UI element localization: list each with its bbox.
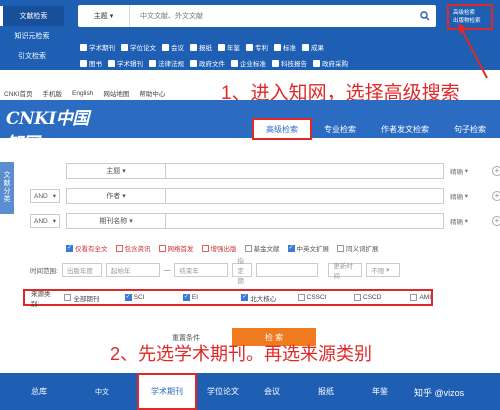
database-row-2: 图书 学术辑刊 法律法规 政府文件 企业标准 科技报告 政府采购 — [80, 58, 348, 68]
db-collection[interactable]: 学术辑刊 — [108, 58, 143, 68]
opt-fulltext[interactable]: 仅看有全文 — [66, 243, 108, 253]
condition-input[interactable] — [166, 188, 444, 204]
update-time-label: 更新时间 — [328, 263, 363, 280]
match-select[interactable]: 精确 ▾ — [444, 163, 490, 179]
opt-bilingual[interactable]: 中英文扩展 — [287, 243, 329, 253]
nav-help[interactable]: 帮助中心 — [139, 88, 165, 98]
src-all[interactable]: 全部期刊 — [64, 293, 117, 303]
cnki-logo: CNKI中国知网 www.cnki.net — [6, 109, 89, 158]
time-range-label: 时间范围: — [30, 268, 58, 275]
btab-all[interactable]: 总库 — [14, 373, 64, 410]
btab-journal[interactable]: 学术期刊 — [137, 373, 197, 410]
db-government[interactable]: 政府文件 — [190, 58, 225, 68]
tab-author-search[interactable]: 作者发文检索 — [368, 118, 442, 140]
database-row-1: 学术期刊 学位论文 会议 报纸 年鉴 专利 标准 成果 — [80, 42, 324, 52]
subject-dropdown-label: 主题 — [93, 13, 108, 20]
field-select[interactable]: 主题 ▾ — [66, 163, 166, 179]
tab-literature-search[interactable]: 文献检索 — [0, 6, 64, 26]
db-book[interactable]: 图书 — [80, 58, 102, 68]
literature-category-tab[interactable]: 文献分类 — [0, 162, 14, 214]
db-law[interactable]: 法律法规 — [149, 58, 184, 68]
src-ei[interactable]: EI — [182, 293, 234, 301]
search-input[interactable] — [130, 5, 414, 27]
db-standard[interactable]: 标准 — [274, 42, 296, 52]
nav-english[interactable]: English — [72, 90, 93, 97]
condition-input[interactable] — [166, 213, 444, 229]
db-enterprise[interactable]: 企业标准 — [231, 58, 266, 68]
db-report[interactable]: 科技报告 — [272, 58, 307, 68]
db-newspaper[interactable]: 报纸 — [190, 42, 212, 52]
tab-professional-search[interactable]: 专业检索 — [312, 118, 368, 140]
year-type-select[interactable]: 出版年度 — [61, 263, 102, 277]
db-procurement[interactable]: 政府采购 — [313, 58, 348, 68]
opt-fund[interactable]: 基金文献 — [244, 243, 280, 253]
source-label: 来源类别: — [31, 290, 51, 308]
src-cssci[interactable]: CSSCI — [297, 294, 347, 301]
opt-enhanced[interactable]: 增强出版 — [201, 243, 237, 253]
add-icon[interactable]: + — [492, 191, 500, 201]
tab-sentence-search[interactable]: 句子检索 — [442, 118, 498, 140]
search-mode-tabs: 高级检索 专业检索 作者发文检索 句子检索 — [252, 118, 498, 140]
btab-conference[interactable]: 会议 — [252, 373, 292, 410]
tab-knowledge-search[interactable]: 知识元检索 — [0, 26, 64, 46]
nav-home[interactable]: CNKI首页 — [4, 88, 33, 98]
btab-chinese[interactable]: 中文 — [82, 373, 122, 410]
logic-select[interactable]: AND ▾ — [30, 214, 60, 228]
nav-sitemap[interactable]: 网站地图 — [103, 88, 129, 98]
step2-annotation: 2、先选学术期刊。再选来源类别 — [110, 344, 373, 364]
condition-input[interactable] — [166, 163, 444, 179]
add-icon[interactable]: + — [492, 166, 500, 176]
opt-news[interactable]: 包含资讯 — [115, 243, 151, 253]
source-category-row: 来源类别: 全部期刊 SCI EI 北大核心 CSSCI CSCD AMI — [23, 289, 433, 308]
btab-yearbook[interactable]: 年鉴 — [360, 373, 400, 410]
db-yearbook[interactable]: 年鉴 — [218, 42, 240, 52]
db-journal[interactable]: 学术期刊 — [80, 42, 115, 52]
end-year-select[interactable]: 结束年 — [174, 263, 229, 277]
top-search-box: 主题 ▾ — [78, 5, 436, 27]
tab-citation-search[interactable]: 引文检索 — [0, 46, 64, 66]
src-pku-core[interactable]: 北大核心 — [241, 293, 290, 303]
add-icon[interactable]: + — [492, 216, 500, 226]
src-ami[interactable]: AMI — [410, 294, 431, 301]
subject-dropdown[interactable]: 主题 ▾ — [78, 5, 130, 27]
advanced-search-link[interactable]: 高级检索 — [453, 9, 491, 17]
db-conference[interactable]: 会议 — [162, 42, 184, 52]
arrow-icon — [458, 23, 488, 79]
time-range-row: 时间范围: 出版年度 起始年 — 结束年 指定期 更新时间 不限 ▾ — [30, 258, 401, 285]
search-icon[interactable] — [414, 5, 436, 27]
logic-select[interactable]: AND ▾ — [30, 189, 60, 203]
field-select[interactable]: 期刊名称 ▾ — [66, 213, 166, 229]
condition-row-1: 主题 ▾ 精确 ▾ +− — [30, 163, 500, 179]
opt-online-first[interactable]: 网络首发 — [158, 243, 194, 253]
chevron-down-icon: ▾ — [109, 13, 114, 20]
search-options: 仅看有全文 包含资讯 网络首发 增强出版 基金文献 中英文扩展 同义词扩展 — [66, 243, 379, 253]
condition-row-2: AND▾ 作者 ▾ 精确 ▾ +− — [30, 188, 500, 204]
update-time-select[interactable]: 不限 ▾ — [366, 263, 401, 277]
watermark: 知乎 @vizos — [414, 388, 465, 398]
db-thesis[interactable]: 学位论文 — [121, 42, 156, 52]
db-patent[interactable]: 专利 — [246, 42, 268, 52]
period-label: 指定期 — [232, 258, 253, 285]
db-achievement[interactable]: 成果 — [302, 42, 324, 52]
match-select[interactable]: 精确 ▾ — [444, 213, 490, 229]
match-select[interactable]: 精确 ▾ — [444, 188, 490, 204]
btab-thesis[interactable]: 学位论文 — [200, 373, 246, 410]
btab-newspaper[interactable]: 报纸 — [306, 373, 346, 410]
src-sci[interactable]: SCI — [124, 293, 176, 301]
condition-row-3: AND▾ 期刊名称 ▾ 精确 ▾ +− — [30, 213, 500, 229]
start-year-select[interactable]: 起始年 — [105, 263, 160, 277]
nav-mobile[interactable]: 手机版 — [43, 88, 63, 98]
opt-synonym[interactable]: 同义词扩展 — [337, 243, 379, 253]
tab-advanced-search[interactable]: 高级检索 — [252, 118, 312, 140]
field-select[interactable]: 作者 ▾ — [66, 188, 166, 204]
src-cscd[interactable]: CSCD — [354, 294, 403, 301]
period-select[interactable] — [256, 263, 319, 277]
